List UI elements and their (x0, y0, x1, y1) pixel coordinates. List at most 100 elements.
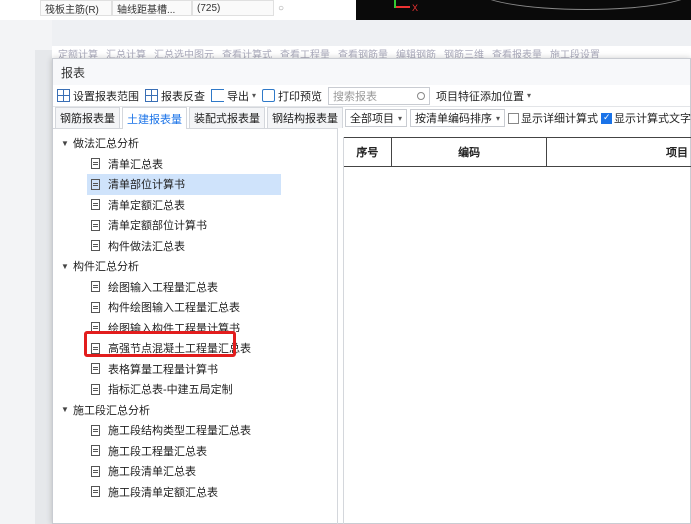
report-preview-panel: 全部项目 ▾ 按清单编码排序 ▾ 显示详细计算式 显示计算式文字说明 序号 编码… (341, 107, 691, 524)
tree-item[interactable]: 施工段清单定额汇总表 (53, 482, 337, 503)
tab-civil-report[interactable]: 土建报表量 (122, 107, 187, 129)
tree-item-label: 绘图输入构件工程量计算书 (108, 322, 240, 335)
show-detail-label: 显示详细计算式 (521, 113, 599, 125)
tab-prefab-report[interactable]: 装配式报表量 (189, 107, 265, 128)
tree-item[interactable]: 绘图输入构件工程量计算书 (53, 318, 337, 339)
report-icon (91, 486, 100, 498)
print-preview-button[interactable]: 打印预览 (262, 86, 322, 106)
checkbox-unchecked (508, 112, 520, 124)
tree-item-selected[interactable]: 清单部位计算书 (87, 174, 281, 195)
collapse-arrow-icon: ▼ (61, 138, 69, 148)
background-left-panel (0, 20, 52, 524)
tab-rebar-report[interactable]: 钢筋报表量 (55, 107, 120, 128)
report-icon (91, 240, 100, 252)
tree-item[interactable]: 高强节点混凝土工程量汇总表 (53, 338, 337, 359)
print-preview-label: 打印预览 (278, 90, 323, 103)
report-icon (91, 219, 100, 231)
tree-item-label: 清单定额部位计算书 (108, 220, 207, 233)
collapse-arrow-icon: ▼ (61, 405, 69, 415)
tree-item[interactable]: 清单汇总表 (53, 154, 337, 175)
tree-item[interactable]: 清单定额部位计算书 (53, 215, 337, 236)
reverse-check-label: 报表反查 (161, 90, 205, 103)
tree-item-label: 施工段工程量汇总表 (108, 445, 207, 458)
tree-group-label: 构件汇总分析 (73, 261, 139, 274)
bg-tab: 查看报表量 (492, 50, 542, 58)
column-header-code: 编码 (392, 138, 548, 166)
tree-item-label: 施工段清单汇总表 (108, 466, 196, 479)
report-icon (91, 342, 100, 354)
report-icon (91, 281, 100, 293)
tree-item[interactable]: 施工段工程量汇总表 (53, 441, 337, 462)
sort-value: 按清单编码排序 (415, 113, 493, 125)
tree-item-label: 高强节点混凝土工程量汇总表 (108, 343, 251, 356)
chevron-down-icon: ▾ (398, 113, 403, 123)
tree-group[interactable]: ▼ 构件汇总分析 (53, 256, 337, 277)
bg-row-label: 筏板主筋(R) (40, 0, 112, 16)
tree-group-label: 施工段汇总分析 (73, 404, 150, 417)
dialog-title: 报表 (53, 59, 690, 85)
background-property-row: 筏板主筋(R) 轴线距基槽... (725) ○ (40, 0, 300, 16)
tree-item-label: 指标汇总表-中建五局定制 (108, 384, 233, 397)
tree-item-label: 构件绘图输入工程量汇总表 (108, 302, 240, 315)
report-icon (91, 383, 100, 395)
export-label: 导出 (227, 90, 249, 103)
tree-item[interactable]: 指标汇总表-中建五局定制 (53, 379, 337, 400)
bg-tab: 钢筋三维 (444, 50, 484, 58)
project-filter-dropdown[interactable]: 全部项目 ▾ (345, 109, 408, 127)
tree-item-label: 施工段清单定额汇总表 (108, 486, 218, 499)
bg-tab: 施工段设置 (550, 50, 600, 58)
report-icon (91, 301, 100, 313)
chevron-down-icon: ▾ (527, 91, 532, 100)
tab-steel-report[interactable]: 钢结构报表量 (267, 107, 343, 128)
tree-item[interactable]: 绘图输入工程量汇总表 (53, 277, 337, 298)
tree-item-label: 绘图输入工程量汇总表 (108, 281, 218, 294)
tree-group-label: 做法汇总分析 (73, 138, 139, 151)
report-icon (91, 178, 100, 190)
export-button[interactable]: 导出 ▾ (211, 86, 256, 106)
tree-group[interactable]: ▼ 做法汇总分析 (53, 133, 337, 154)
bg-left-strip (35, 50, 52, 524)
report-icon (91, 322, 100, 334)
show-text-checkbox[interactable]: 显示计算式文字说明 (601, 110, 691, 126)
set-scope-button[interactable]: 设置报表范围 (57, 86, 139, 106)
tree-item[interactable]: 施工段清单汇总表 (53, 461, 337, 482)
chevron-down-icon: ▾ (252, 91, 257, 100)
report-icon (91, 199, 100, 211)
export-icon (211, 89, 224, 102)
background-toolbar (52, 20, 691, 46)
feature-position-label: 项目特征添加位置 (436, 90, 525, 103)
column-header-index: 序号 (344, 138, 392, 166)
report-icon (91, 424, 100, 436)
set-scope-label: 设置报表范围 (73, 90, 139, 103)
table-icon (57, 89, 70, 102)
reverse-check-button[interactable]: 报表反查 (145, 86, 205, 106)
background-tabs: 定额计算 汇总计算 汇总选中图元 查看计算式 查看工程量 查看钢筋量 编辑钢筋 … (58, 46, 691, 58)
tree-item[interactable]: 构件做法汇总表 (53, 236, 337, 257)
x-axis-indicator (396, 6, 410, 8)
print-icon (262, 89, 276, 102)
bg-tab: 查看工程量 (280, 50, 330, 58)
tree-item[interactable]: 清单定额汇总表 (53, 195, 337, 216)
checkbox-checked (601, 112, 613, 124)
bg-row-value2: (725) (192, 0, 274, 16)
sort-dropdown[interactable]: 按清单编码排序 ▾ (410, 109, 506, 127)
report-icon (91, 445, 100, 457)
report-table: 序号 编码 项目 (343, 137, 691, 524)
tree-item-label: 表格算量工程量计算书 (108, 363, 218, 376)
tree-item-label: 施工段结构类型工程量汇总表 (108, 425, 251, 438)
tree-group[interactable]: ▼ 施工段汇总分析 (53, 400, 337, 421)
tree-item[interactable]: 表格算量工程量计算书 (53, 359, 337, 380)
tree-item[interactable]: 施工段结构类型工程量汇总表 (53, 420, 337, 441)
tree-item-label: 清单汇总表 (108, 158, 163, 171)
bg-row-value1: 轴线距基槽... (112, 0, 192, 16)
tree-item[interactable]: 构件绘图输入工程量汇总表 (53, 297, 337, 318)
report-filter-bar: 全部项目 ▾ 按清单编码排序 ▾ 显示详细计算式 显示计算式文字说明 (341, 107, 691, 129)
feature-position-dropdown[interactable]: 项目特征添加位置 ▾ (436, 86, 531, 106)
bg-tab: 汇总计算 (106, 50, 146, 58)
x-axis-label: X (412, 3, 419, 13)
bg-tab: 编辑钢筋 (396, 50, 436, 58)
show-detail-checkbox[interactable]: 显示详细计算式 (508, 110, 598, 126)
bg-tab: 查看钢筋量 (338, 50, 388, 58)
bg-tab: 汇总选中图元 (154, 50, 214, 58)
search-input[interactable]: 搜索报表 (328, 86, 431, 105)
